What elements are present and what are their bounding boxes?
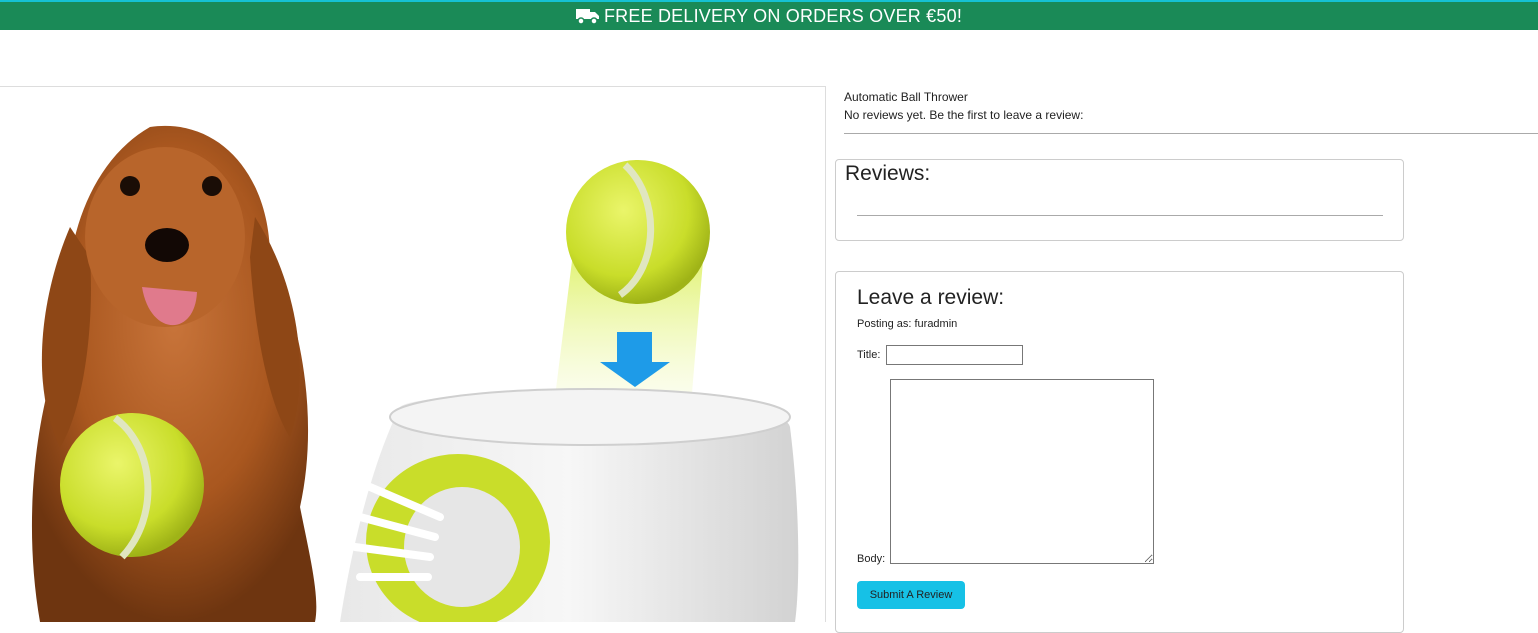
- title-input[interactable]: [886, 345, 1023, 365]
- submit-review-button[interactable]: Submit A Review: [857, 581, 965, 609]
- info-divider: [844, 133, 1538, 134]
- product-photo: [31, 125, 799, 622]
- review-form-card: Leave a review: Posting as: furadmin Tit…: [835, 271, 1404, 633]
- posting-as: Posting as: furadmin: [857, 318, 958, 330]
- truck-icon: [575, 9, 599, 25]
- review-form-heading: Leave a review:: [857, 286, 1005, 309]
- product-image: [0, 86, 826, 622]
- reviews-divider: [857, 215, 1383, 216]
- title-label: Title:: [857, 349, 881, 361]
- delivery-banner: FREE DELIVERY ON ORDERS OVER €50!: [0, 2, 1538, 30]
- reviews-card: Reviews:: [835, 159, 1404, 241]
- product-name: Automatic Ball Thrower: [844, 90, 968, 104]
- body-label: Body:: [857, 553, 886, 565]
- banner-text: FREE DELIVERY ON ORDERS OVER €50!: [603, 5, 963, 26]
- reviews-heading: Reviews:: [845, 162, 931, 185]
- product-info: Automatic Ball Thrower No reviews yet. B…: [844, 88, 1083, 124]
- reviews-note: No reviews yet. Be the first to leave a …: [844, 108, 1084, 122]
- body-textarea[interactable]: [890, 379, 1154, 564]
